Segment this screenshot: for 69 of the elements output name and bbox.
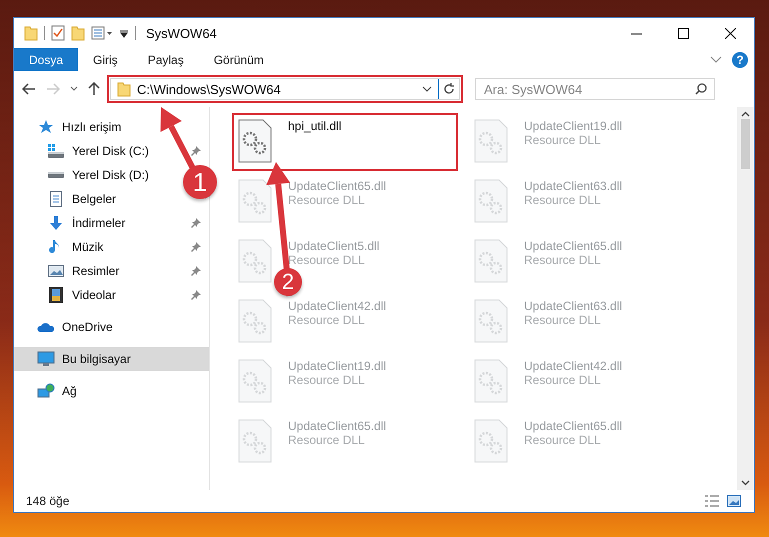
file-type: Resource DLL bbox=[288, 373, 366, 387]
maximize-icon[interactable] bbox=[678, 28, 689, 38]
sidebar-item[interactable]: Resimler bbox=[47, 259, 126, 283]
sidebar-item[interactable]: Hızlı erişim bbox=[37, 115, 128, 139]
file-item[interactable]: hpi_util.dll bbox=[232, 113, 458, 171]
thumbnail-view-icon[interactable] bbox=[726, 494, 742, 508]
scrollbar-thumb[interactable] bbox=[741, 119, 750, 169]
ribbon-tab[interactable]: Paylaş bbox=[132, 48, 199, 71]
pin-icon[interactable] bbox=[191, 290, 201, 300]
ribbon-tab[interactable]: Görünüm bbox=[198, 48, 279, 71]
pin-icon[interactable] bbox=[191, 146, 201, 156]
sidebar-item[interactable]: OneDrive bbox=[37, 315, 119, 339]
cloud-icon bbox=[37, 320, 55, 334]
details-view-icon[interactable] bbox=[704, 494, 720, 508]
pin-icon[interactable] bbox=[191, 218, 201, 228]
chevron-down-icon[interactable] bbox=[422, 86, 432, 92]
back-arrow-icon[interactable] bbox=[22, 83, 36, 95]
chevron-down-icon[interactable] bbox=[70, 86, 78, 92]
ribbon-tab[interactable]: Dosya bbox=[14, 48, 78, 71]
film-icon bbox=[48, 287, 64, 303]
file-type: Resource DLL bbox=[524, 373, 602, 387]
download-arrow-icon bbox=[48, 215, 64, 231]
sidebar-item[interactable]: İndirmeler bbox=[47, 211, 132, 235]
caret-icon[interactable] bbox=[119, 28, 129, 38]
file-type: Resource DLL bbox=[288, 313, 366, 327]
sidebar-item[interactable]: Bu bilgisayar bbox=[14, 347, 209, 371]
scrollbar[interactable] bbox=[737, 107, 754, 490]
chevron-down-icon[interactable] bbox=[741, 480, 750, 486]
checklist-icon[interactable] bbox=[51, 25, 65, 41]
address-bar[interactable]: C:\Windows\SysWOW64 bbox=[110, 78, 460, 100]
folder-icon[interactable] bbox=[24, 25, 38, 41]
document-icon bbox=[48, 191, 64, 207]
sidebar-item[interactable]: Müzik bbox=[47, 235, 110, 259]
file-type: Resource DLL bbox=[524, 433, 602, 447]
file-type: Resource DLL bbox=[524, 313, 602, 327]
file-type: Resource DLL bbox=[524, 253, 602, 267]
picture-icon bbox=[48, 263, 64, 279]
file-gears-icon[interactable] bbox=[238, 119, 272, 163]
file-type: Resource DLL bbox=[288, 433, 366, 447]
star-icon bbox=[38, 119, 54, 135]
file-type: Resource DLL bbox=[288, 193, 366, 207]
folder-icon bbox=[117, 81, 131, 97]
sidebar-item[interactable]: Yerel Disk (C:) bbox=[47, 139, 155, 163]
computer-icon bbox=[37, 351, 55, 367]
refresh-icon[interactable] bbox=[443, 83, 455, 95]
folder-icon[interactable] bbox=[71, 25, 85, 41]
ribbon-tab[interactable]: Giriş bbox=[78, 48, 133, 71]
search-icon bbox=[695, 83, 707, 95]
drive-icon bbox=[48, 172, 64, 178]
file-name[interactable]: hpi_util.dll bbox=[288, 119, 342, 133]
sidebar-item[interactable]: Yerel Disk (D:) bbox=[47, 163, 155, 187]
window-title: SysWOW64 bbox=[146, 26, 218, 40]
pin-icon[interactable] bbox=[191, 242, 201, 252]
file-type: Resource DLL bbox=[524, 133, 602, 147]
sidebar-item[interactable]: Belgeler bbox=[47, 187, 122, 211]
chevron-up-icon[interactable] bbox=[741, 111, 750, 117]
sidebar-item[interactable]: Videolar bbox=[47, 283, 122, 307]
search-field[interactable]: Ara: SysWOW64 bbox=[475, 78, 715, 100]
close-icon[interactable] bbox=[725, 28, 736, 38]
file-type: Resource DLL bbox=[288, 253, 366, 267]
help-button[interactable]: ? bbox=[732, 52, 748, 68]
network-icon bbox=[37, 383, 55, 399]
item-count: 148 öğe bbox=[26, 494, 70, 508]
pin-icon[interactable] bbox=[191, 266, 201, 276]
sidebar-item[interactable]: Ağ bbox=[37, 379, 83, 403]
view-list-icon[interactable] bbox=[91, 26, 113, 40]
drive-icon bbox=[47, 143, 65, 159]
file-type: Resource DLL bbox=[524, 193, 602, 207]
up-arrow-icon[interactable] bbox=[88, 82, 100, 96]
